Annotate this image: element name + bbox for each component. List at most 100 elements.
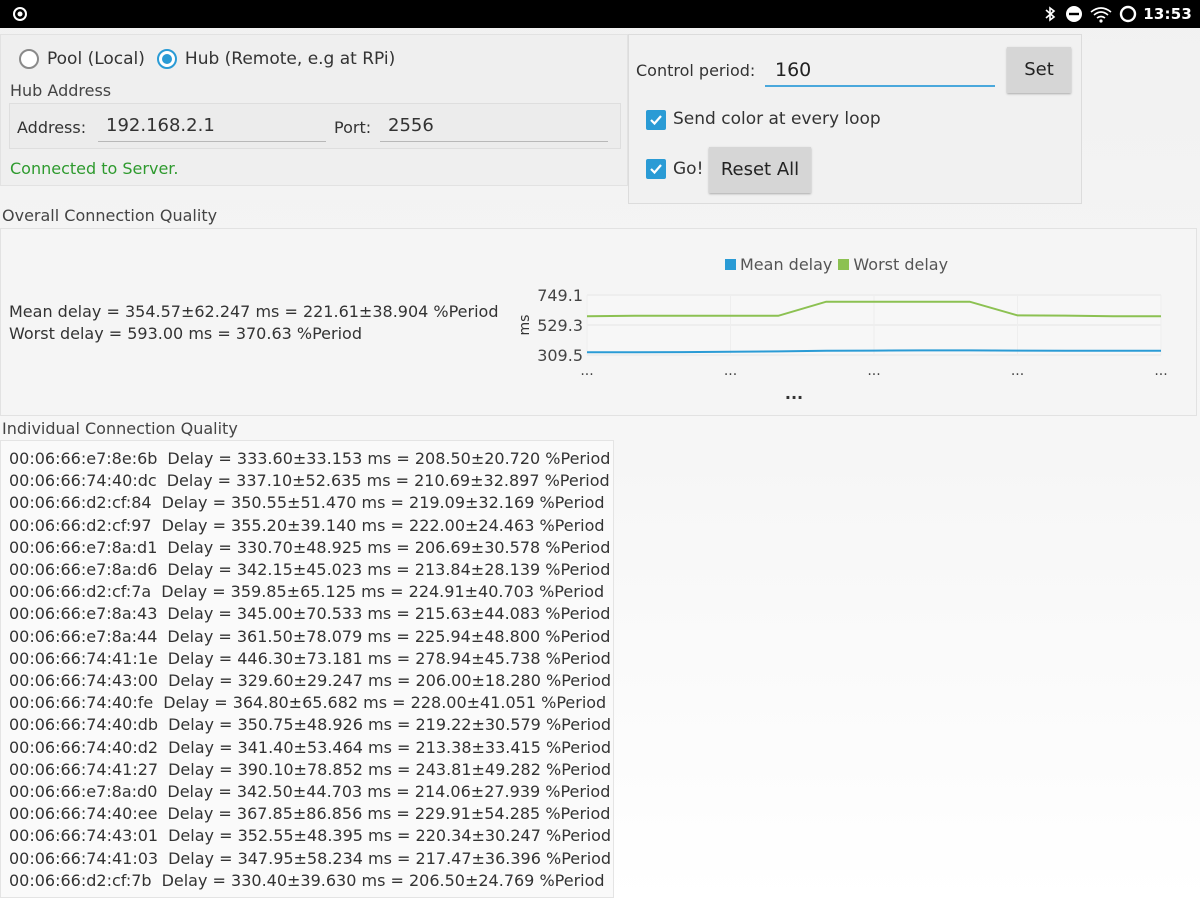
device-delay: Delay = 446.30±73.181 ms = 278.94±45.738…	[167, 648, 611, 668]
device-mac: 00:06:66:74:43:01	[9, 826, 159, 846]
individual-quality-list: 00:06:66:e7:8e:6b Delay = 333.60±33.153 m…	[0, 440, 614, 898]
device-delay: Delay = 367.85±86.856 ms = 229.91±54.285…	[167, 804, 611, 824]
worst-delay-summary: Worst delay = 593.00 ms = 370.63 %Period	[9, 324, 362, 343]
device-mac: 00:06:66:e7:8a:d1	[9, 537, 158, 557]
device-mac: 00:06:66:74:40:ee	[9, 804, 158, 824]
y-tick-label: 749.1	[537, 286, 583, 305]
legend-label-mean: Mean delay	[740, 255, 833, 274]
list-item: 00:06:66:74:40:fe Delay = 364.80±65.682 m…	[9, 692, 606, 714]
address-label: Address:	[17, 118, 87, 137]
address-input[interactable]: 192.168.2.1	[98, 112, 326, 142]
device-delay: Delay = 361.50±78.079 ms = 225.94±48.800…	[167, 626, 611, 646]
device-mac: 00:06:66:74:40:dc	[9, 471, 157, 491]
individual-quality-title: Individual Connection Quality	[2, 419, 238, 438]
device-delay: Delay = 352.55±48.395 ms = 220.34±30.247…	[168, 826, 612, 846]
x-tick-label: ...	[867, 363, 880, 379]
device-delay: Delay = 330.70±48.925 ms = 206.69±30.578…	[167, 537, 611, 557]
send-color-label[interactable]: Send color at every loop	[673, 109, 881, 129]
overall-quality-title: Overall Connection Quality	[2, 206, 218, 225]
y-tick-label: 309.5	[537, 346, 583, 365]
device-delay: Delay = 342.50±44.703 ms = 214.06±27.939…	[167, 782, 611, 801]
port-label: Port:	[334, 118, 372, 137]
hub-remote-label[interactable]: Hub (Remote, e.g at RPi)	[185, 49, 395, 69]
list-item: 00:06:66:e7:8e:6b Delay = 333.60±33.153 m…	[9, 448, 610, 470]
device-delay: Delay = 347.95±58.234 ms = 217.47±36.396…	[168, 848, 612, 868]
legend-label-worst: Worst delay	[853, 255, 949, 274]
delay-chart: 749.1 529.3 309.5............ ... ms...	[517, 286, 1168, 403]
device-delay: Delay = 341.40±53.464 ms = 213.38±33.415…	[168, 737, 612, 757]
legend-mean-delay: Mean delay	[725, 255, 832, 274]
list-item: 00:06:66:e7:8a:43 Delay = 345.00±70.533 m…	[9, 603, 610, 625]
battery-icon	[1120, 5, 1137, 23]
wifi-icon	[1090, 7, 1112, 23]
legend-swatch-mean	[725, 259, 736, 270]
control-panel: Control period: 160 Set Send color at ev…	[628, 34, 1082, 204]
device-delay: Delay = 342.15±45.023 ms = 213.84±28.139…	[167, 560, 611, 579]
x-tick-label: ...	[724, 363, 737, 379]
device-mac: 00:06:66:74:40:fe	[9, 693, 154, 713]
list-item: 00:06:66:74:43:01 Delay = 352.55±48.395 m…	[9, 825, 611, 847]
device-mac: 00:06:66:e7:8a:44	[9, 626, 158, 646]
device-mac: 00:06:66:d2:cf:7b	[9, 870, 152, 890]
list-item: 00:06:66:74:40:db Delay = 350.75±48.926 m…	[9, 714, 611, 736]
list-item: 00:06:66:74:40:ee Delay = 367.85±86.856 m…	[9, 803, 610, 825]
reset-all-button[interactable]: Reset All	[709, 147, 811, 193]
port-input[interactable]: 2556	[380, 112, 608, 142]
device-delay: Delay = 345.00±70.533 ms = 215.63±44.083…	[167, 604, 611, 624]
device-delay: Delay = 359.85±65.125 ms = 224.91±40.703…	[161, 582, 605, 602]
device-mac: 00:06:66:e7:8a:43	[9, 604, 158, 624]
list-item: 00:06:66:74:40:d2 Delay = 341.40±53.464 m…	[9, 737, 611, 759]
list-item: 00:06:66:e7:8a:d0 Delay = 342.50±44.703 m…	[9, 781, 610, 803]
device-mac: 00:06:66:d2:cf:84	[9, 493, 152, 513]
control-period-label: Control period:	[636, 61, 756, 80]
clock: 13:53	[1143, 5, 1192, 23]
device-delay: Delay = 355.20±39.140 ms = 222.00±24.463…	[161, 515, 605, 535]
device-mac: 00:06:66:74:40:d2	[9, 737, 159, 757]
do-not-disturb-icon	[1066, 6, 1083, 22]
hub-remote-radio[interactable]	[156, 49, 177, 69]
device-mac: 00:06:66:e7:8e:6b	[9, 449, 158, 468]
list-item: 00:06:66:e7:8a:44 Delay = 361.50±78.079 m…	[9, 626, 610, 648]
device-delay: Delay = 329.60±29.247 ms = 206.00±18.280…	[168, 671, 612, 690]
connection-status: Connected to Server.	[10, 159, 179, 178]
android-debug-icon	[13, 7, 27, 21]
status-icons: 13:53	[1041, 4, 1192, 24]
list-item: 00:06:66:74:41:03 Delay = 347.95±58.234 m…	[9, 848, 611, 870]
x-tick-label: ...	[1154, 363, 1167, 379]
list-item: 00:06:66:74:40:dc Delay = 337.10±52.635 m…	[9, 470, 610, 492]
y-axis-label: ms	[517, 315, 533, 336]
list-item: 00:06:66:d2:cf:7b Delay = 330.40±39.630 m…	[9, 870, 605, 892]
list-item: 00:06:66:e7:8a:d6 Delay = 342.15±45.023 m…	[9, 559, 610, 581]
device-delay: Delay = 350.55±51.470 ms = 219.09±32.169…	[161, 493, 605, 513]
checkmark-icon	[650, 115, 662, 126]
device-delay: Delay = 390.10±78.852 ms = 243.81±49.282…	[168, 759, 612, 779]
go-label[interactable]: Go!	[673, 159, 703, 179]
device-mac: 00:06:66:74:43:00	[9, 671, 159, 690]
device-mac: 00:06:66:74:40:db	[9, 715, 159, 735]
chart-legend: Mean delay Worst delay	[725, 255, 954, 274]
list-item: 00:06:66:74:41:1e Delay = 446.30±73.181 m…	[9, 648, 611, 670]
device-delay: Delay = 364.80±65.682 ms = 228.00±41.051…	[163, 693, 607, 713]
list-item: 00:06:66:d2:cf:84 Delay = 350.55±51.470 m…	[9, 492, 605, 514]
send-color-checkbox[interactable]	[646, 110, 666, 130]
hub-address-title: Hub Address	[10, 81, 112, 100]
go-checkbox[interactable]	[646, 159, 666, 179]
list-item: 00:06:66:e7:8a:d1 Delay = 330.70±48.925 m…	[9, 537, 610, 559]
hub-address-box: Address: 192.168.2.1 Port: 2556	[9, 103, 621, 149]
connection-panel: Pool (Local) Hub (Remote, e.g at RPi) Hu…	[0, 34, 628, 186]
device-mac: 00:06:66:e7:8a:d6	[9, 560, 158, 579]
x-tick-label: ...	[580, 363, 593, 379]
pool-local-radio[interactable]	[19, 49, 39, 69]
device-delay: Delay = 333.60±33.153 ms = 208.50±20.720…	[167, 449, 611, 468]
control-period-input[interactable]: 160	[765, 55, 995, 87]
legend-worst-delay: Worst delay	[838, 255, 948, 274]
checkmark-icon	[650, 164, 662, 175]
device-delay: Delay = 350.75±48.926 ms = 219.22±30.579…	[168, 715, 612, 735]
device-mac: 00:06:66:e7:8a:d0	[9, 782, 158, 801]
bluetooth-icon	[1045, 6, 1056, 22]
list-item: 00:06:66:d2:cf:7a Delay = 359.85±65.125 m…	[9, 581, 604, 603]
mode-selector: Pool (Local) Hub (Remote, e.g at RPi)	[19, 49, 407, 69]
list-item: 00:06:66:74:41:27 Delay = 390.10±78.852 m…	[9, 759, 611, 781]
set-button[interactable]: Set	[1007, 47, 1071, 93]
pool-local-label[interactable]: Pool (Local)	[47, 49, 145, 69]
